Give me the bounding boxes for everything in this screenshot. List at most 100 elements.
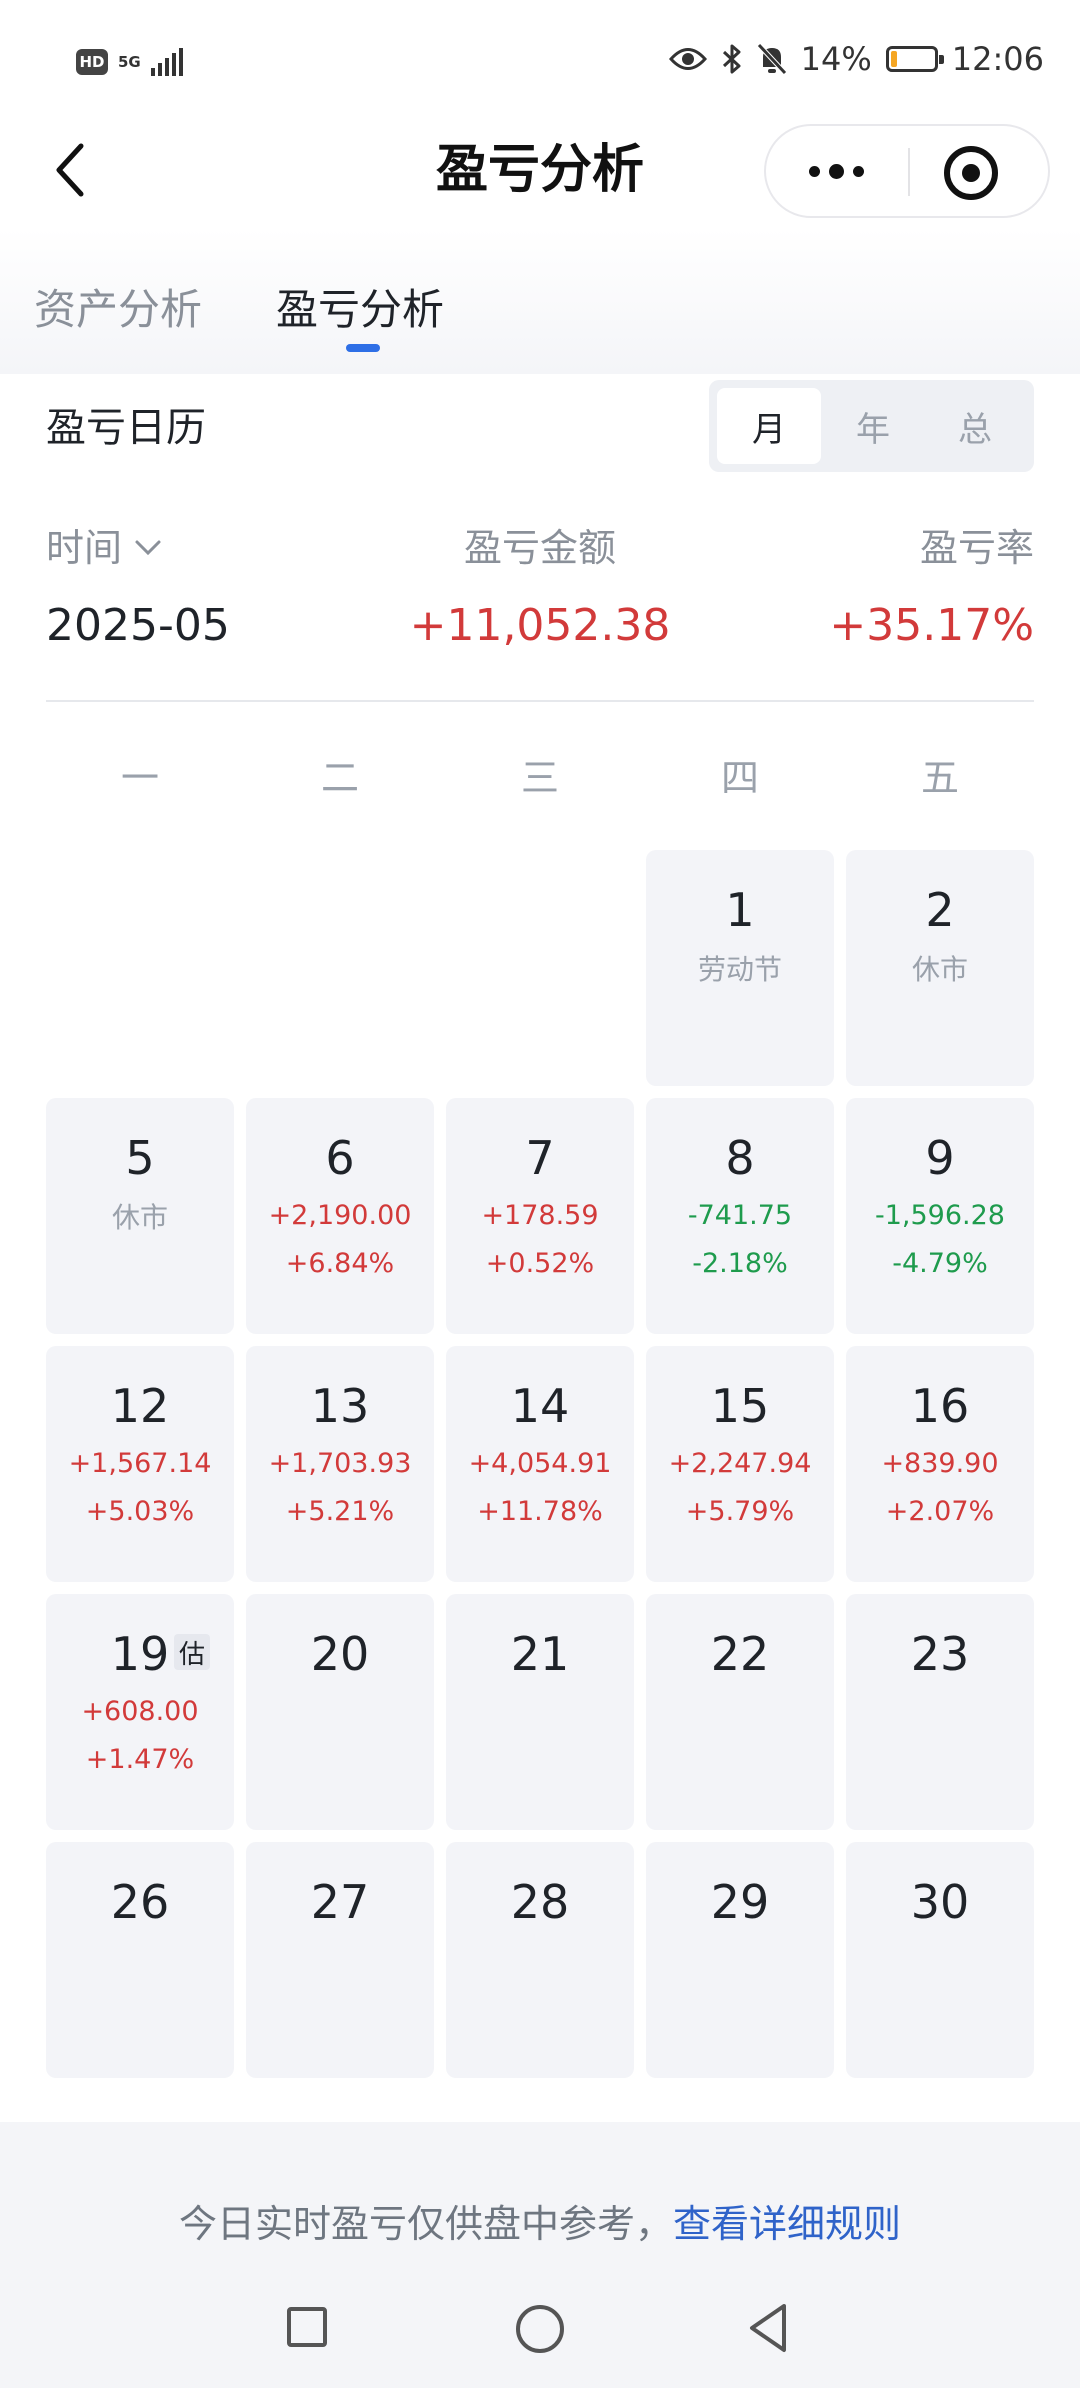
segment-year[interactable]: 年: [821, 388, 925, 464]
recents-square-icon[interactable]: [287, 2307, 327, 2347]
weekday-label: 一: [120, 756, 159, 800]
day-number: 5: [125, 1131, 155, 1185]
back-button[interactable]: [40, 140, 100, 200]
estimate-tag: 估: [174, 1634, 210, 1670]
divider: [46, 700, 1034, 702]
tab-asset-analysis[interactable]: 资产分析: [34, 280, 202, 340]
day-number: 21: [510, 1627, 570, 1681]
network-type: 5G: [118, 53, 141, 71]
day-number: 30: [910, 1875, 970, 1929]
status-time: 12:06: [951, 40, 1044, 78]
weekday-label: 二: [320, 756, 359, 800]
tab-active-indicator: [346, 344, 380, 352]
calendar-day-cell[interactable]: 7 +178.59 +0.52%: [446, 1098, 634, 1334]
calendar-day-cell[interactable]: 19 估 +608.00 +1.47%: [46, 1594, 234, 1830]
calendar-day-cell[interactable]: 15 +2,247.94 +5.79%: [646, 1346, 834, 1582]
calendar-day-cell[interactable]: 28: [446, 1842, 634, 2078]
eye-icon: [668, 48, 707, 70]
weekday-label: 四: [720, 756, 759, 800]
calendar-day-cell[interactable]: 5 休市: [46, 1098, 234, 1334]
day-number: 15: [710, 1379, 770, 1433]
day-pnl-amount: +1,703.93: [268, 1448, 412, 1479]
calendar-day-cell[interactable]: 29: [646, 1842, 834, 2078]
day-pnl-amount: +2,190.00: [268, 1200, 412, 1231]
day-number: 29: [710, 1875, 770, 1929]
day-number: 20: [310, 1627, 370, 1681]
day-number: 2: [925, 883, 955, 937]
period-segment: 月 年 总: [709, 380, 1034, 472]
day-number: 6: [325, 1131, 355, 1185]
segment-total[interactable]: 总: [923, 388, 1027, 464]
day-number: 22: [710, 1627, 770, 1681]
calendar-day-cell[interactable]: 8 -741.75 -2.18%: [646, 1098, 834, 1334]
calendar-day-cell[interactable]: 14 +4,054.91 +11.78%: [446, 1346, 634, 1582]
calendar-day-cell[interactable]: 6 +2,190.00 +6.84%: [246, 1098, 434, 1334]
day-pnl-rate: +5.79%: [685, 1496, 795, 1527]
bell-off-icon: [756, 43, 787, 75]
day-number: 7: [525, 1131, 555, 1185]
rate-label: 盈亏率: [919, 526, 1034, 570]
calendar-day-cell[interactable]: 22: [646, 1594, 834, 1830]
weekday-header: 一 二 三 四 五: [46, 748, 1034, 808]
day-number: 1: [725, 883, 755, 937]
day-pnl-amount: +4,054.91: [468, 1448, 612, 1479]
home-circle-icon[interactable]: [516, 2305, 564, 2353]
day-pnl-rate: +5.03%: [85, 1496, 195, 1527]
calendar-day-cell[interactable]: 12 +1,567.14 +5.03%: [46, 1346, 234, 1582]
weekday-label: 三: [520, 756, 559, 800]
day-pnl-rate: +1.47%: [85, 1744, 195, 1775]
more-button[interactable]: [766, 126, 906, 216]
day-number: 8: [725, 1131, 755, 1185]
tab-pnl-analysis[interactable]: 盈亏分析: [276, 280, 444, 340]
calendar-day-cell[interactable]: 16 +839.90 +2.07%: [846, 1346, 1034, 1582]
amount-label: 盈亏金额: [463, 526, 616, 570]
calendar-empty-cell: [246, 850, 434, 1086]
day-pnl-amount: +1,567.14: [68, 1448, 212, 1479]
day-pnl-rate: +5.21%: [285, 1496, 395, 1527]
battery-icon: [885, 46, 944, 72]
day-pnl-rate: -4.79%: [892, 1248, 988, 1279]
calendar-day-cell[interactable]: 9 -1,596.28 -4.79%: [846, 1098, 1034, 1334]
day-number: 16: [910, 1379, 970, 1433]
day-pnl-amount: +839.90: [881, 1448, 999, 1479]
day-number: 28: [510, 1875, 570, 1929]
day-pnl-amount: +2,247.94: [668, 1448, 812, 1479]
segment-month[interactable]: 月: [717, 388, 821, 464]
day-number: 12: [110, 1379, 170, 1433]
hd-badge: HD: [76, 49, 108, 75]
day-pnl-amount: -741.75: [687, 1200, 793, 1231]
day-pnl-amount: +608.00: [81, 1696, 199, 1727]
day-number: 23: [910, 1627, 970, 1681]
status-bar: HD 5G 14% 12:06: [0, 0, 1080, 130]
calendar-day-cell[interactable]: 2 休市: [846, 850, 1034, 1086]
calendar-day-cell[interactable]: 21: [446, 1594, 634, 1830]
calendar-empty-cell: [446, 850, 634, 1086]
more-dot-right: [852, 165, 864, 177]
footer-notice-text: 今日实时盈亏仅供盘中参考，: [178, 2202, 673, 2246]
calendar-day-cell[interactable]: 23: [846, 1594, 1034, 1830]
calendar-day-cell[interactable]: 13 +1,703.93 +5.21%: [246, 1346, 434, 1582]
battery-percent: 14%: [800, 40, 872, 78]
chevron-left-icon: [56, 143, 84, 197]
status-right: 14% 12:06: [668, 40, 1044, 78]
back-triangle-icon[interactable]: [746, 2302, 790, 2354]
calendar-grid: 1 劳动节 2 休市 5 休市 6 +2,190.00 +6.84% 7 +17…: [46, 850, 1034, 2078]
calendar-day-cell[interactable]: 30: [846, 1842, 1034, 2078]
calendar-day-cell[interactable]: 20: [246, 1594, 434, 1830]
day-number: 9: [925, 1131, 955, 1185]
bluetooth-icon: [722, 44, 741, 74]
calendar-empty-cell: [46, 850, 234, 1086]
day-number: 27: [310, 1875, 370, 1929]
calendar-day-cell[interactable]: 27: [246, 1842, 434, 2078]
calendar-title: 盈亏日历: [46, 405, 206, 451]
day-number: 19: [110, 1627, 170, 1681]
day-note: 休市: [111, 1201, 168, 1234]
calendar-day-cell[interactable]: 26: [46, 1842, 234, 2078]
status-left: HD 5G: [76, 48, 183, 76]
target-close-icon[interactable]: [944, 146, 998, 200]
calendar-day-cell[interactable]: 1 劳动节: [646, 850, 834, 1086]
signal-icon: [150, 48, 183, 76]
summary-rate: +35.17%: [829, 600, 1034, 651]
footer-notice: 今日实时盈亏仅供盘中参考，查看详细规则: [0, 2196, 1080, 2252]
rules-link[interactable]: 查看详细规则: [673, 2202, 901, 2246]
